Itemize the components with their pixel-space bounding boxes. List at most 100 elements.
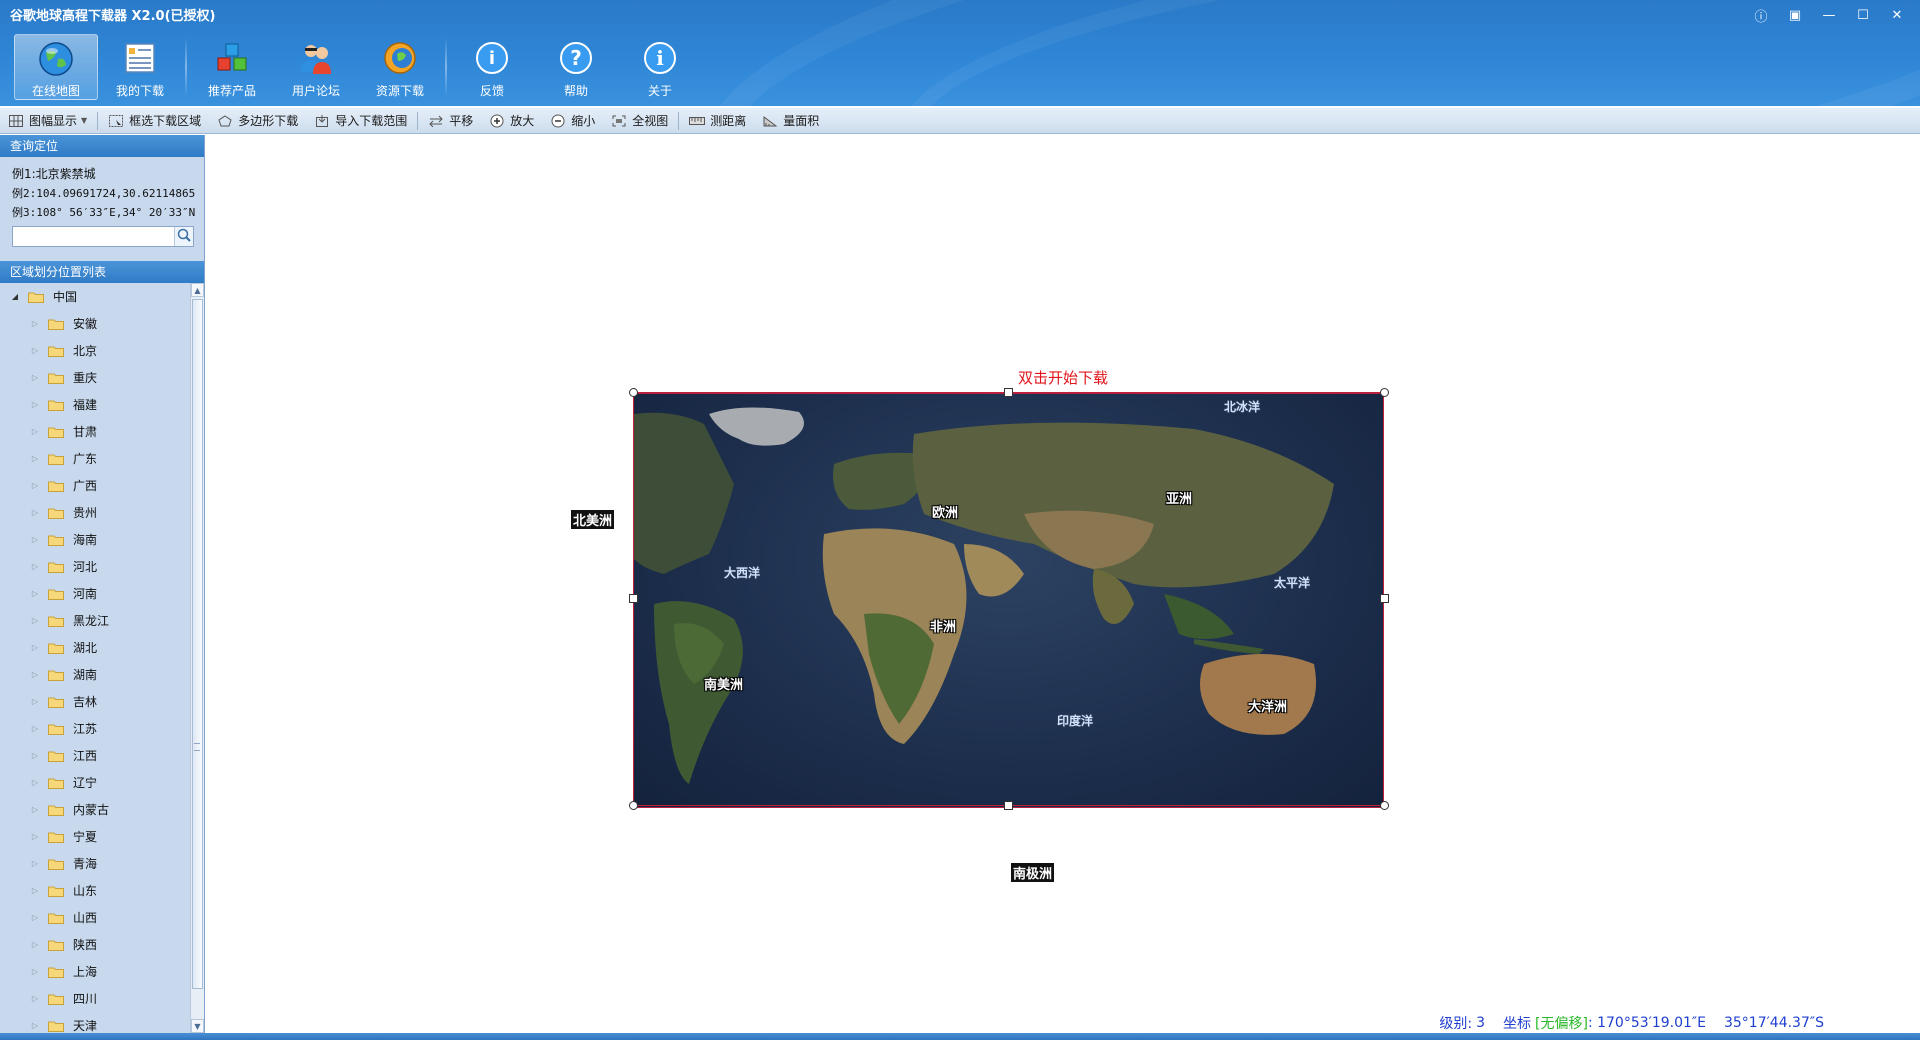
full-extent-button[interactable]: 全视图 bbox=[603, 110, 676, 132]
tree-item-province[interactable]: ▷ 吉林 bbox=[0, 688, 190, 715]
tree-item-province[interactable]: ▷ 上海 bbox=[0, 958, 190, 985]
tree-item-province[interactable]: ▷ 福建 bbox=[0, 391, 190, 418]
polygon-download-button[interactable]: 多边形下载 bbox=[209, 110, 306, 132]
expand-arrow-icon[interactable]: ▷ bbox=[30, 697, 40, 707]
tree-item-province[interactable]: ▷ 北京 bbox=[0, 337, 190, 364]
import-range-button[interactable]: 导入下载范围 bbox=[306, 110, 415, 132]
tree-item-province[interactable]: ▷ 河南 bbox=[0, 580, 190, 607]
resize-handle[interactable] bbox=[629, 388, 638, 397]
expand-arrow-icon[interactable]: ▷ bbox=[30, 994, 40, 1004]
expand-arrow-icon[interactable]: ▷ bbox=[30, 832, 40, 842]
tree-item-province[interactable]: ▷ 贵州 bbox=[0, 499, 190, 526]
expand-arrow-icon[interactable]: ▷ bbox=[30, 967, 40, 977]
tree-item-province[interactable]: ▷ 河北 bbox=[0, 553, 190, 580]
expand-arrow-icon[interactable]: ▷ bbox=[30, 805, 40, 815]
help-button[interactable]: ? 帮助 bbox=[534, 34, 618, 100]
scroll-down-icon[interactable]: ▼ bbox=[191, 1019, 204, 1033]
tree-item-province[interactable]: ▷ 江西 bbox=[0, 742, 190, 769]
recommended-products-button[interactable]: 推荐产品 bbox=[190, 34, 274, 100]
resize-handle[interactable] bbox=[629, 801, 638, 810]
tree-item-province[interactable]: ▷ 青海 bbox=[0, 850, 190, 877]
tree-item-province[interactable]: ▷ 安徽 bbox=[0, 310, 190, 337]
user-forum-button[interactable]: 用户论坛 bbox=[274, 34, 358, 100]
resource-download-button[interactable]: 资源下载 bbox=[358, 34, 442, 100]
tree-root-china[interactable]: ◢ 中国 bbox=[0, 283, 190, 310]
scroll-up-icon[interactable]: ▲ bbox=[191, 283, 204, 297]
tree-item-province[interactable]: ▷ 内蒙古 bbox=[0, 796, 190, 823]
expand-arrow-icon[interactable]: ▷ bbox=[30, 319, 40, 329]
expand-arrow-icon[interactable]: ▷ bbox=[30, 616, 40, 626]
expand-arrow-icon[interactable]: ▷ bbox=[30, 508, 40, 518]
resize-handle[interactable] bbox=[1004, 801, 1013, 810]
tree-item-province[interactable]: ▷ 黑龙江 bbox=[0, 607, 190, 634]
tree-item-province[interactable]: ▷ 甘肃 bbox=[0, 418, 190, 445]
expand-arrow-icon[interactable]: ▷ bbox=[30, 778, 40, 788]
tree-item-province[interactable]: ▷ 广东 bbox=[0, 445, 190, 472]
tree-item-province[interactable]: ▷ 广西 bbox=[0, 472, 190, 499]
skin-icon[interactable]: ▣ bbox=[1780, 4, 1810, 26]
expand-arrow-icon[interactable]: ▷ bbox=[30, 751, 40, 761]
expand-arrow-icon[interactable]: ▷ bbox=[30, 454, 40, 464]
expand-arrow-icon[interactable]: ▷ bbox=[30, 535, 40, 545]
window-controls: ⓘ ▣ — ☐ ✕ bbox=[1746, 4, 1912, 26]
measure-area-button[interactable]: 量面积 bbox=[754, 110, 827, 132]
expand-arrow-icon[interactable]: ▷ bbox=[30, 859, 40, 869]
sheet-display-dropdown[interactable]: 图幅显示 ▼ bbox=[0, 110, 95, 132]
feedback-button[interactable]: i 反馈 bbox=[450, 34, 534, 100]
expand-arrow-icon[interactable]: ▷ bbox=[30, 373, 40, 383]
tree-item-province[interactable]: ▷ 重庆 bbox=[0, 364, 190, 391]
resize-handle[interactable] bbox=[1380, 594, 1389, 603]
tree-item-province[interactable]: ▷ 海南 bbox=[0, 526, 190, 553]
zoom-in-button[interactable]: 放大 bbox=[481, 110, 542, 132]
maximize-button[interactable]: ☐ bbox=[1848, 4, 1878, 26]
tree-item-province[interactable]: ▷ 宁夏 bbox=[0, 823, 190, 850]
query-example: 例3:108° 56′33″E,34° 20′33″N bbox=[12, 206, 196, 219]
expand-arrow-icon[interactable]: ▷ bbox=[30, 427, 40, 437]
tree-item-province[interactable]: ▷ 山东 bbox=[0, 877, 190, 904]
resize-handle[interactable] bbox=[1380, 388, 1389, 397]
online-map-button[interactable]: 在线地图 bbox=[14, 34, 98, 100]
my-downloads-button[interactable]: 我的下载 bbox=[98, 34, 182, 100]
measure-distance-button[interactable]: 测距离 bbox=[681, 110, 754, 132]
scrollbar-thumb[interactable] bbox=[192, 299, 203, 989]
tree-item-province[interactable]: ▷ 四川 bbox=[0, 985, 190, 1012]
tree-scrollbar[interactable]: ▲ ▼ bbox=[190, 283, 204, 1033]
expand-arrow-icon[interactable]: ▷ bbox=[30, 400, 40, 410]
pan-button[interactable]: 平移 bbox=[420, 110, 481, 132]
close-button[interactable]: ✕ bbox=[1882, 4, 1912, 26]
expand-arrow-icon[interactable]: ▷ bbox=[30, 886, 40, 896]
search-button[interactable] bbox=[174, 227, 193, 246]
expand-arrow-icon[interactable]: ◢ bbox=[10, 292, 20, 302]
tree-item-label: 甘肃 bbox=[73, 425, 98, 439]
tree-item-province[interactable]: ▷ 山西 bbox=[0, 904, 190, 931]
rect-select-download-button[interactable]: 框选下载区域 bbox=[100, 110, 209, 132]
tree-item-province[interactable]: ▷ 江苏 bbox=[0, 715, 190, 742]
tree-item-province[interactable]: ▷ 天津 bbox=[0, 1012, 190, 1033]
download-selection-frame[interactable] bbox=[633, 392, 1384, 806]
about-button[interactable]: i 关于 bbox=[618, 34, 702, 100]
about-window-icon[interactable]: ⓘ bbox=[1746, 4, 1776, 26]
tree-item-province[interactable]: ▷ 湖北 bbox=[0, 634, 190, 661]
resize-handle[interactable] bbox=[1380, 801, 1389, 810]
tree-item-province[interactable]: ▷ 湖南 bbox=[0, 661, 190, 688]
expand-arrow-icon[interactable]: ▷ bbox=[30, 481, 40, 491]
toolstrip-separator bbox=[417, 111, 419, 130]
expand-arrow-icon[interactable]: ▷ bbox=[30, 940, 40, 950]
tree-item-label: 青海 bbox=[73, 857, 98, 871]
expand-arrow-icon[interactable]: ▷ bbox=[30, 346, 40, 356]
expand-arrow-icon[interactable]: ▷ bbox=[30, 670, 40, 680]
expand-arrow-icon[interactable]: ▷ bbox=[30, 562, 40, 572]
expand-arrow-icon[interactable]: ▷ bbox=[30, 1021, 40, 1031]
expand-arrow-icon[interactable]: ▷ bbox=[30, 724, 40, 734]
minimize-button[interactable]: — bbox=[1814, 4, 1844, 26]
tree-item-province[interactable]: ▷ 陕西 bbox=[0, 931, 190, 958]
expand-arrow-icon[interactable]: ▷ bbox=[30, 913, 40, 923]
zoom-out-button[interactable]: 缩小 bbox=[542, 110, 603, 132]
expand-arrow-icon[interactable]: ▷ bbox=[30, 589, 40, 599]
expand-arrow-icon[interactable]: ▷ bbox=[30, 643, 40, 653]
resize-handle[interactable] bbox=[629, 594, 638, 603]
resize-handle[interactable] bbox=[1004, 388, 1013, 397]
map-canvas[interactable]: 双击开始下载 北冰洋 欧洲 亚洲 大西洋 太平洋 非洲 南美洲 大洋洲 印度洋 … bbox=[206, 135, 1920, 1033]
tree-item-province[interactable]: ▷ 辽宁 bbox=[0, 769, 190, 796]
search-input[interactable] bbox=[13, 227, 174, 246]
